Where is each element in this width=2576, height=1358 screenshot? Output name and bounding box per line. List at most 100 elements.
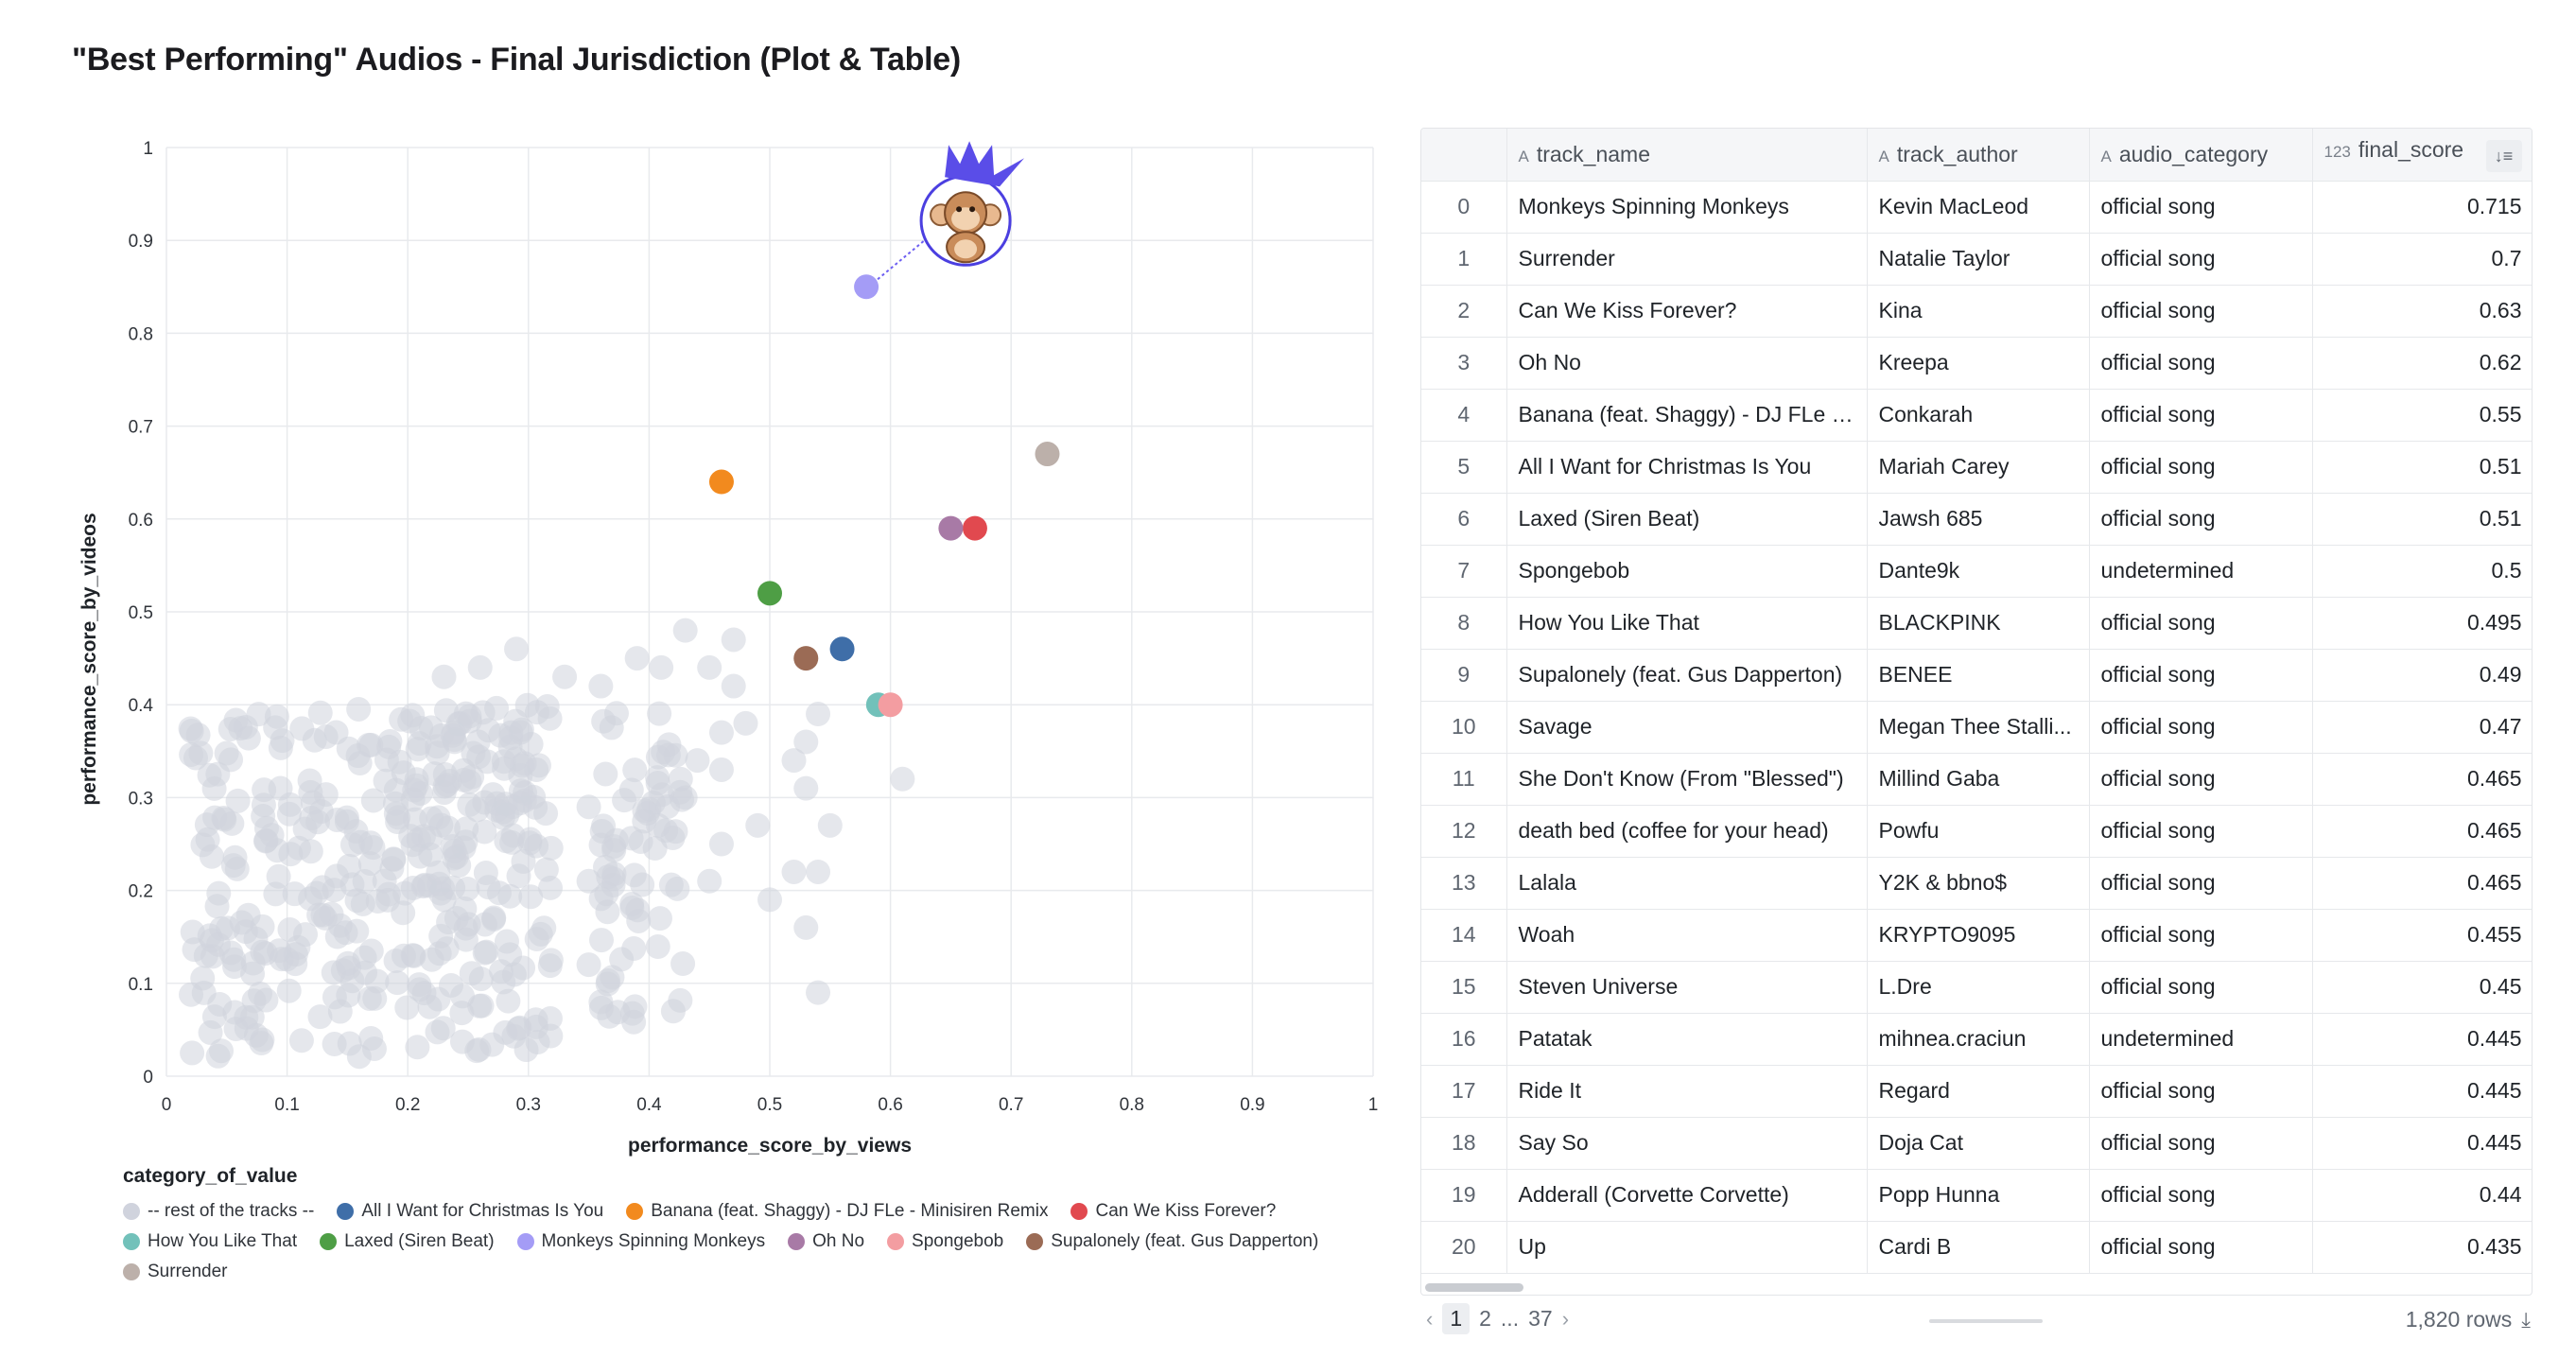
background-point: [632, 809, 657, 834]
track-author-cell: Kreepa: [1867, 337, 2090, 390]
page-button-37[interactable]: 37: [1528, 1306, 1553, 1332]
highlighted-point[interactable]: [962, 515, 987, 541]
download-icon[interactable]: ⤓: [2521, 1308, 2531, 1332]
background-point: [645, 934, 670, 960]
highlighted-point[interactable]: [708, 469, 734, 495]
table-row[interactable]: 0 Monkeys Spinning Monkeys Kevin MacLeod of…: [1421, 181, 2532, 234]
background-point: [663, 742, 688, 768]
background-point: [345, 743, 371, 769]
background-point: [486, 880, 512, 906]
highlighted-point[interactable]: [1035, 442, 1060, 467]
background-point: [392, 880, 418, 906]
track-name-cell: Oh No: [1506, 337, 1868, 390]
chevron-left-icon[interactable]: ‹: [1426, 1307, 1433, 1332]
row-index: 17: [1421, 1065, 1507, 1118]
legend-item[interactable]: Can We Kiss Forever?: [1070, 1201, 1276, 1222]
table-row[interactable]: 8 How You Like That BLACKPINK official song…: [1421, 597, 2532, 650]
track-name-cell: Banana (feat. Shaggy) - DJ FLe - Mi: [1506, 389, 1868, 442]
highlighted-point[interactable]: [829, 636, 855, 662]
legend-item[interactable]: Supalonely (feat. Gus Dapperton): [1026, 1231, 1318, 1252]
track-name-cell: Ride It: [1506, 1065, 1868, 1118]
legend-item[interactable]: Surrender: [123, 1262, 228, 1282]
page-scroll-track[interactable]: [1929, 1319, 2043, 1323]
audio-category-cell: official song: [2089, 649, 2313, 702]
highlighted-point[interactable]: [878, 692, 903, 718]
background-point: [552, 664, 578, 689]
table-row[interactable]: 9 Supalonely (feat. Gus Dapperton) BENEE of…: [1421, 649, 2532, 702]
table-row[interactable]: 5 All I Want for Christmas Is You Mariah C…: [1421, 441, 2532, 494]
track-author-cell: Natalie Taylor: [1867, 233, 2090, 286]
track-author-cell: Popp Hunna: [1867, 1169, 2090, 1222]
legend-item[interactable]: Monkeys Spinning Monkeys: [516, 1231, 765, 1252]
row-index: 14: [1421, 909, 1507, 962]
sort-descending-icon[interactable]: ↓≡: [2485, 139, 2522, 172]
table-row[interactable]: 3 Oh No Kreepa official song 0.62: [1421, 337, 2532, 390]
legend-item[interactable]: All I Want for Christmas Is You: [337, 1201, 603, 1222]
audio-category-cell: official song: [2089, 441, 2313, 494]
y-tick-label: 0.1: [129, 975, 153, 995]
table-row[interactable]: 11 She Don't Know (From "Blessed") Millind…: [1421, 753, 2532, 806]
table-row[interactable]: 15 Steven Universe L.Dre official song 0.45: [1421, 961, 2532, 1014]
background-point: [630, 872, 655, 897]
chevron-right-icon[interactable]: ›: [1562, 1307, 1569, 1332]
table-row[interactable]: 10 Savage Megan Thee Stalli... official son…: [1421, 701, 2532, 754]
table-row[interactable]: 2 Can We Kiss Forever? Kina official song 0.…: [1421, 285, 2532, 338]
column-header-audio-category[interactable]: Aaudio_category: [2089, 129, 2313, 182]
background-point: [697, 868, 722, 894]
table-row[interactable]: 16 Patatak mihnea.craciun undetermined 0.445: [1421, 1013, 2532, 1066]
table-row[interactable]: 12 death bed (coffee for your head) Powfu o…: [1421, 805, 2532, 858]
table-row[interactable]: 13 Lalala Y2K & bbno$ official song 0.465: [1421, 857, 2532, 910]
table-row[interactable]: 4 Banana (feat. Shaggy) - DJ FLe - Mi Conk…: [1421, 389, 2532, 442]
legend-item[interactable]: -- rest of the tracks --: [123, 1201, 314, 1222]
highlighted-point[interactable]: [793, 646, 819, 671]
column-header-final-score[interactable]: 123 final_score ↓≡: [2312, 129, 2532, 182]
background-point: [481, 905, 507, 931]
background-point: [264, 704, 289, 729]
highlighted-point[interactable]: [854, 274, 879, 300]
highlighted-point[interactable]: [757, 581, 782, 606]
table-row[interactable]: 14 Woah KRYPTO9095 official song 0.455: [1421, 909, 2532, 962]
final-score-cell: 0.5: [2312, 545, 2532, 598]
x-tick-label: 0.1: [274, 1095, 299, 1115]
background-point: [806, 980, 831, 1005]
background-point: [394, 995, 420, 1020]
horizontal-scrollbar[interactable]: [1425, 1283, 1523, 1292]
background-point: [494, 929, 519, 954]
table-row[interactable]: 20 Up Cardi Bofficial song 0.435: [1421, 1221, 2532, 1274]
page-button-1[interactable]: 1: [1442, 1303, 1471, 1334]
background-point: [576, 868, 601, 894]
page-button-2[interactable]: 2: [1479, 1306, 1491, 1332]
table-row[interactable]: 6 Laxed (Siren Beat) Jawsh 685 official son…: [1421, 493, 2532, 546]
legend-item[interactable]: Oh No: [788, 1231, 864, 1252]
background-point: [588, 928, 614, 953]
table-row[interactable]: 17 Ride It Regard official song 0.445: [1421, 1065, 2532, 1118]
track-author-cell: Conkarah: [1867, 389, 2090, 442]
audio-category-cell: official song: [2089, 1169, 2313, 1222]
background-point: [406, 827, 431, 852]
background-point: [647, 906, 672, 931]
background-point: [335, 950, 360, 976]
column-header-track-author[interactable]: Atrack_author: [1867, 129, 2090, 182]
final-score-cell: 0.47: [2312, 701, 2532, 754]
legend-swatch: [516, 1233, 534, 1250]
legend-label: Supalonely (feat. Gus Dapperton): [1051, 1231, 1319, 1251]
background-point: [344, 918, 370, 944]
legend-item[interactable]: Spongebob: [887, 1231, 1003, 1252]
final-score-cell: 0.445: [2312, 1013, 2532, 1066]
background-point: [576, 952, 601, 978]
column-header-track-name[interactable]: Atrack_name: [1506, 129, 1868, 182]
legend-label: Spongebob: [912, 1231, 1004, 1251]
legend-item[interactable]: Banana (feat. Shaggy) - DJ FLe - Minisir…: [626, 1201, 1048, 1222]
table-row[interactable]: 18 Say So Doja Cat official song 0.445: [1421, 1117, 2532, 1170]
legend-item[interactable]: Laxed (Siren Beat): [320, 1231, 495, 1252]
track-name-cell: How You Like That: [1506, 597, 1868, 650]
legend-swatch: [337, 1203, 355, 1220]
table-row[interactable]: 19 Adderall (Corvette Corvette) Popp Hunna…: [1421, 1169, 2532, 1222]
table-row[interactable]: 7 Spongebob Dante9k undetermined 0.5: [1421, 545, 2532, 598]
highlighted-point[interactable]: [938, 515, 964, 541]
background-point: [523, 1007, 548, 1033]
table-row[interactable]: 1 Surrender Natalie Taylor official song 0.7: [1421, 233, 2532, 286]
background-point: [609, 947, 635, 972]
legend-item[interactable]: How You Like That: [123, 1231, 297, 1252]
background-point: [352, 869, 377, 895]
